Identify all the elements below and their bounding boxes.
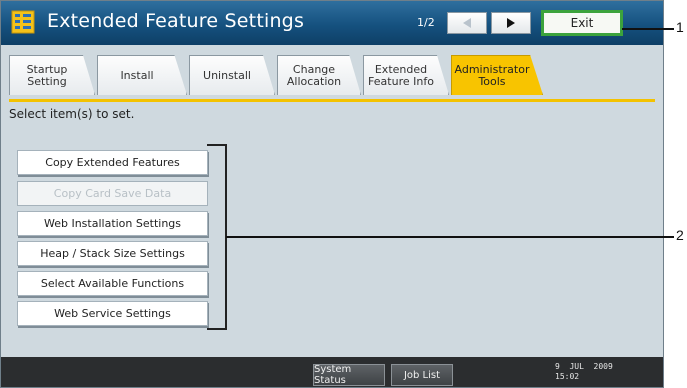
tab-extended-feature-info[interactable]: Extended Feature Info	[363, 55, 449, 95]
copy-extended-features-button[interactable]: Copy Extended Features	[17, 150, 208, 175]
copy-card-save-data-button: Copy Card Save Data	[17, 181, 208, 206]
device-screen: Extended Feature Settings 1/2 Exit Start…	[0, 0, 664, 388]
extended-feature-icon	[11, 10, 35, 34]
callout-number-2: 2	[676, 227, 684, 243]
tab-bar: Startup Setting Install Uninstall Change…	[1, 45, 663, 101]
callout-line-1	[622, 28, 674, 30]
exit-button[interactable]: Exit	[541, 10, 623, 36]
select-available-functions-button[interactable]: Select Available Functions	[17, 271, 208, 296]
page-indicator: 1/2	[417, 16, 435, 29]
system-status-button[interactable]: System Status	[313, 364, 385, 386]
tab-startup-setting[interactable]: Startup Setting	[9, 55, 95, 95]
previous-page-button[interactable]	[447, 12, 487, 34]
title-bar: Extended Feature Settings 1/2 Exit	[1, 1, 663, 46]
callout-line-2	[226, 236, 674, 238]
triangle-right-icon	[507, 18, 515, 28]
heap-stack-size-settings-button[interactable]: Heap / Stack Size Settings	[17, 241, 208, 266]
web-service-settings-button[interactable]: Web Service Settings	[17, 301, 208, 326]
tab-administrator-tools[interactable]: Administrator Tools	[451, 55, 543, 95]
date-time-display: 9 JUL 2009 15:02	[555, 362, 613, 382]
instruction-text: Select item(s) to set.	[9, 107, 135, 121]
menu-group-bracket	[207, 144, 227, 330]
web-installation-settings-button[interactable]: Web Installation Settings	[17, 211, 208, 236]
next-page-button[interactable]	[491, 12, 531, 34]
window-title: Extended Feature Settings	[47, 10, 305, 32]
tab-install[interactable]: Install	[97, 55, 187, 95]
job-list-button[interactable]: Job List	[391, 364, 453, 386]
tab-change-allocation[interactable]: Change Allocation	[277, 55, 361, 95]
tab-uninstall[interactable]: Uninstall	[189, 55, 275, 95]
status-bar: System Status Job List 9 JUL 2009 15:02	[1, 357, 663, 387]
date-text: 9 JUL 2009	[555, 362, 613, 371]
triangle-left-icon	[463, 18, 471, 28]
time-text: 15:02	[555, 372, 580, 381]
callout-number-1: 1	[676, 19, 684, 35]
tab-underline	[9, 99, 655, 102]
